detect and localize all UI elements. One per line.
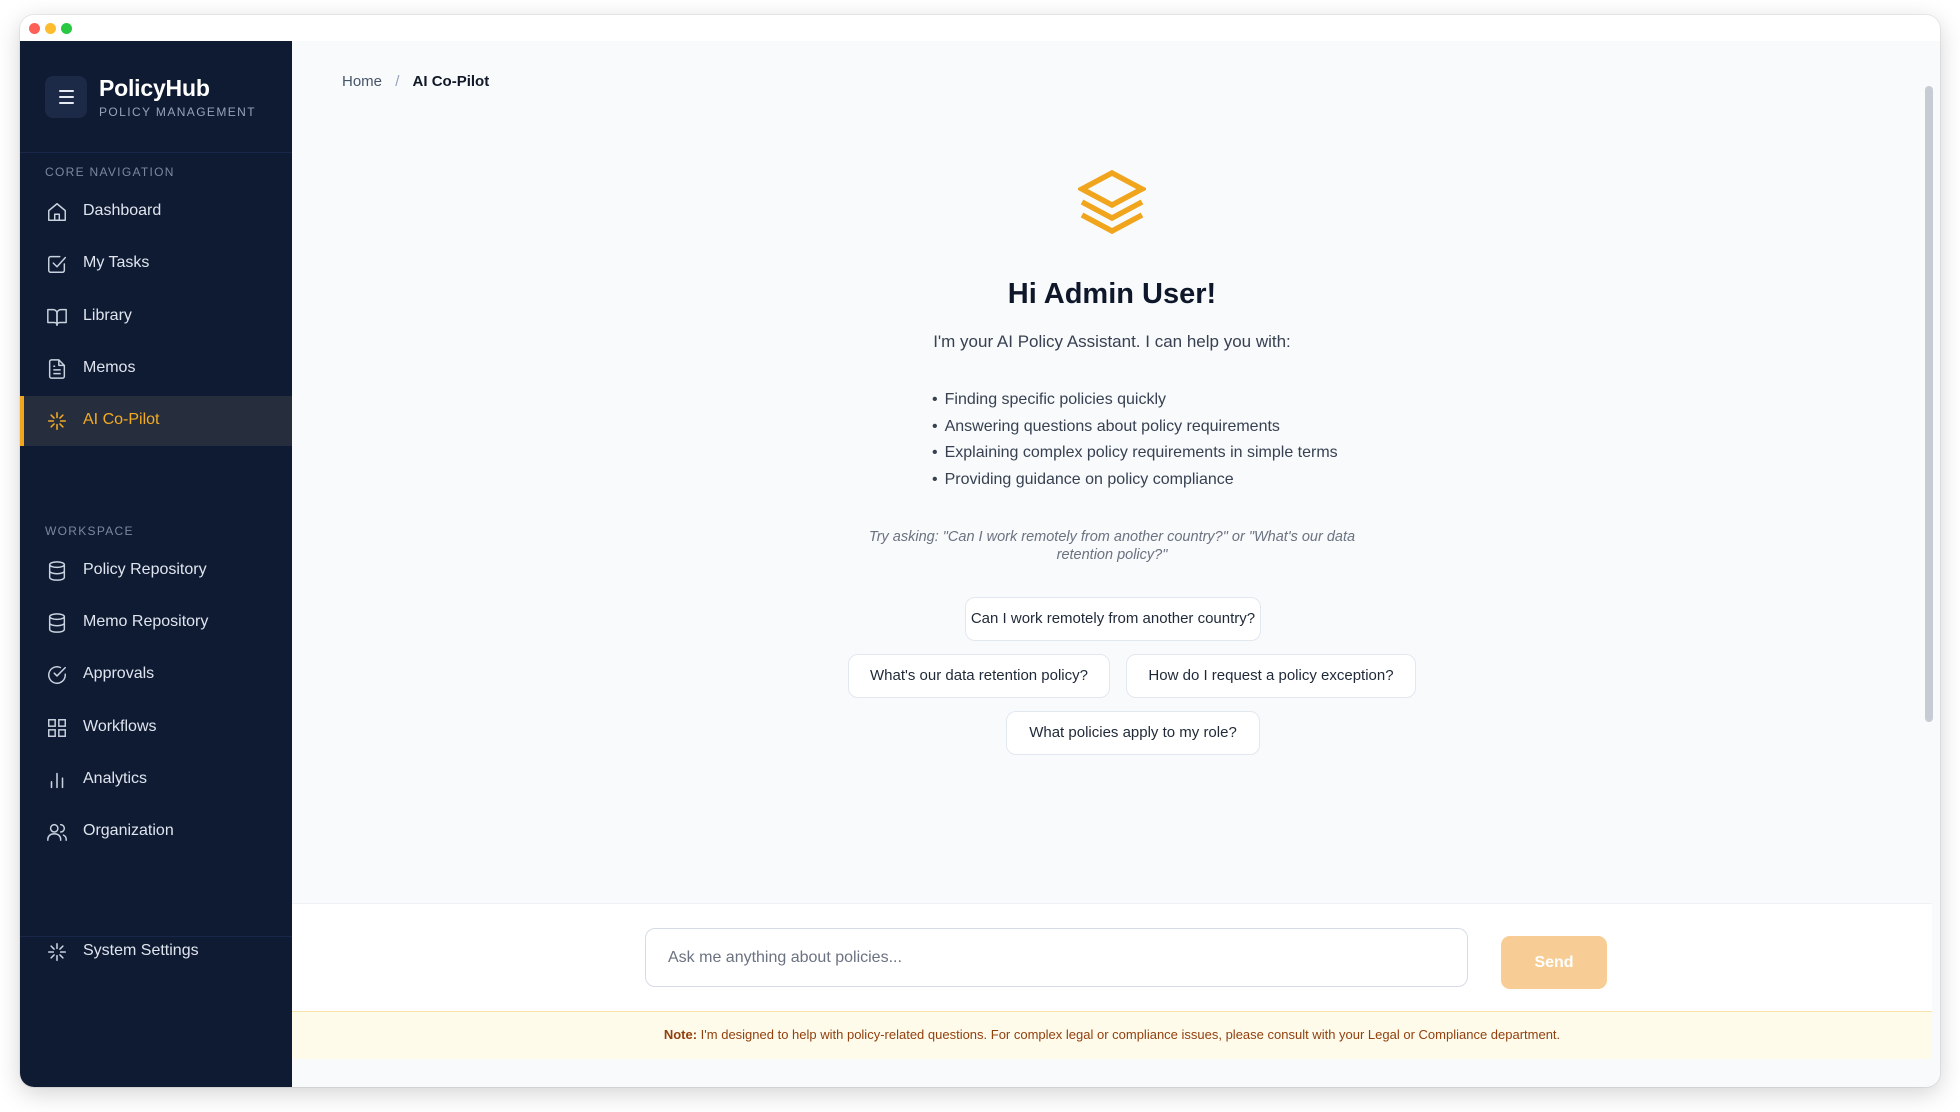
disclaimer-note: Note: I'm designed to help with policy-r… xyxy=(292,1011,1932,1059)
check-circle-icon xyxy=(46,664,68,686)
maximize-window-button[interactable] xyxy=(61,23,72,34)
layers-logo-icon xyxy=(1078,169,1146,235)
sidebar-item-dashboard[interactable]: Dashboard xyxy=(20,187,292,237)
suggestion-chip-remote-work[interactable]: Can I work remotely from another country… xyxy=(965,597,1261,641)
greeting-heading: Hi Admin User! xyxy=(1007,278,1217,310)
scrollbar-thumb[interactable] xyxy=(1925,86,1933,722)
sidebar-item-memos[interactable]: Memos xyxy=(20,344,292,394)
breadcrumb-current: AI Co-Pilot xyxy=(412,73,490,90)
sidebar-item-label: Library xyxy=(83,307,132,324)
list-item: Providing guidance on policy compliance xyxy=(932,467,1338,494)
sidebar-item-label: Analytics xyxy=(83,770,148,787)
capabilities-list: Finding specific policies quickly Answer… xyxy=(932,387,1338,493)
close-window-button[interactable] xyxy=(29,23,40,34)
book-icon xyxy=(46,306,68,328)
sparkle-icon xyxy=(46,941,68,963)
suggestion-chip-policy-exception[interactable]: How do I request a policy exception? xyxy=(1126,654,1416,698)
home-icon xyxy=(46,201,68,223)
chat-input[interactable] xyxy=(645,928,1468,987)
example-hint-line: retention policy?" xyxy=(1056,547,1168,563)
grid-icon xyxy=(46,717,68,739)
chat-composer: Send xyxy=(292,903,1932,1015)
hamburger-icon-bar xyxy=(59,102,74,104)
section-label-core: CORE NAVIGATION xyxy=(45,165,175,179)
bar-chart-icon xyxy=(46,769,68,791)
brand-name: PolicyHub xyxy=(99,75,210,101)
main-content: Home / AI Co-Pilot Hi Admin User! I'm yo… xyxy=(292,41,1940,1087)
breadcrumb-separator: / xyxy=(395,73,400,90)
sidebar-item-label: Dashboard xyxy=(83,202,162,219)
sidebar-item-system-settings[interactable]: System Settings xyxy=(20,927,292,977)
active-indicator xyxy=(20,396,24,446)
sidebar-item-label: System Settings xyxy=(83,942,199,959)
sidebar-item-analytics[interactable]: Analytics xyxy=(20,755,292,805)
send-button[interactable]: Send xyxy=(1501,936,1607,989)
sidebar-item-label: Policy Repository xyxy=(83,561,207,578)
title-bar xyxy=(20,15,1940,41)
suggestion-chip-data-retention[interactable]: What's our data retention policy? xyxy=(848,654,1110,698)
assistant-intro: I'm your AI Policy Assistant. I can help… xyxy=(933,332,1291,351)
database-icon xyxy=(46,560,68,582)
sparkle-icon xyxy=(46,410,68,432)
sidebar-item-ai-co-pilot[interactable]: AI Co-Pilot xyxy=(20,396,292,446)
list-item: Answering questions about policy require… xyxy=(932,414,1338,441)
sidebar-item-policy-repository[interactable]: Policy Repository xyxy=(20,546,292,596)
sidebar: PolicyHub POLICY MANAGEMENT CORE NAVIGAT… xyxy=(20,41,292,1087)
sidebar-item-label: My Tasks xyxy=(83,254,150,271)
brand-header: PolicyHub POLICY MANAGEMENT xyxy=(20,41,292,153)
minimize-window-button[interactable] xyxy=(45,23,56,34)
list-item: Explaining complex policy requirements i… xyxy=(932,440,1338,467)
example-hint-line: Try asking: "Can I work remotely from an… xyxy=(868,529,1356,545)
sidebar-item-my-tasks[interactable]: My Tasks xyxy=(20,239,292,289)
example-hint: Try asking: "Can I work remotely from an… xyxy=(852,528,1372,564)
sidebar-item-label: Organization xyxy=(83,822,174,839)
menu-toggle-button[interactable] xyxy=(45,76,87,118)
note-prefix: Note: xyxy=(663,1027,698,1042)
suggestion-chip-role-policies[interactable]: What policies apply to my role? xyxy=(1006,711,1260,755)
database-icon xyxy=(46,612,68,634)
checkbox-icon xyxy=(46,253,68,275)
app-window: PolicyHub POLICY MANAGEMENT CORE NAVIGAT… xyxy=(20,15,1940,1087)
sidebar-item-label: AI Co-Pilot xyxy=(83,411,160,428)
sidebar-item-label: Memos xyxy=(83,359,136,376)
sidebar-item-label: Approvals xyxy=(83,665,155,682)
hamburger-icon xyxy=(59,90,74,92)
sidebar-item-library[interactable]: Library xyxy=(20,292,292,342)
sidebar-item-memo-repository[interactable]: Memo Repository xyxy=(20,598,292,648)
sidebar-item-label: Workflows xyxy=(83,718,157,735)
sidebar-item-organization[interactable]: Organization xyxy=(20,807,292,857)
note-text: I'm designed to help with policy-related… xyxy=(697,1027,1561,1042)
sidebar-item-label: Memo Repository xyxy=(83,613,209,630)
document-icon xyxy=(46,358,68,380)
sidebar-item-approvals[interactable]: Approvals xyxy=(20,650,292,700)
users-icon xyxy=(46,821,68,843)
hamburger-icon-bar xyxy=(59,96,74,98)
breadcrumb: Home / AI Co-Pilot xyxy=(342,73,489,90)
brand-subtitle: POLICY MANAGEMENT xyxy=(99,105,256,119)
sidebar-item-workflows[interactable]: Workflows xyxy=(20,703,292,753)
list-item: Finding specific policies quickly xyxy=(932,387,1338,414)
breadcrumb-home-link[interactable]: Home xyxy=(342,73,382,90)
section-label-workspace: WORKSPACE xyxy=(45,524,134,538)
